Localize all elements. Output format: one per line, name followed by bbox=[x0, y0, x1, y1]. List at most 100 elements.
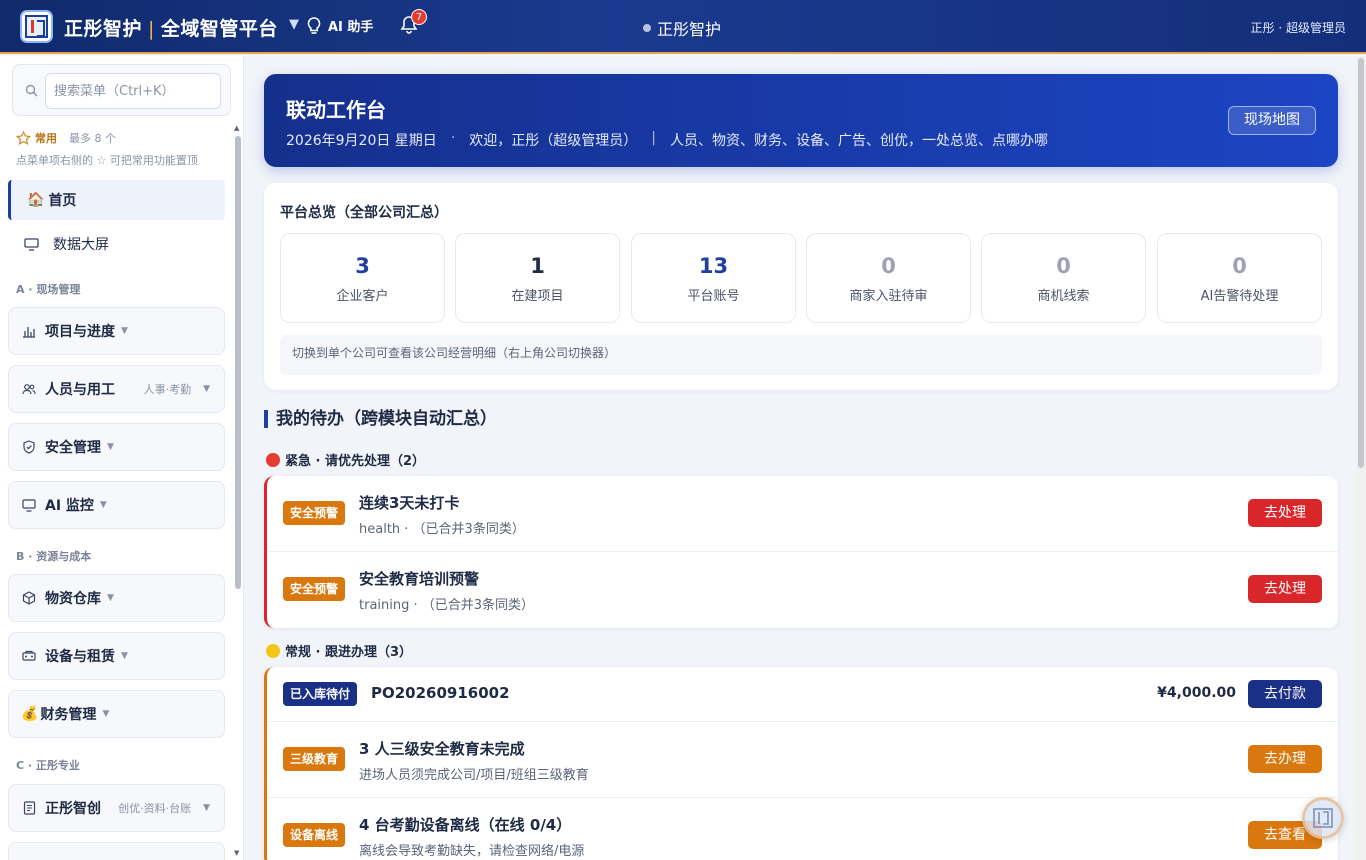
main-scrollbar[interactable] bbox=[1358, 58, 1364, 468]
todo-row[interactable]: 安全预警 连续3天未打卡 health · （已合并3条同类） 去处理 bbox=[267, 476, 1338, 552]
search-input[interactable] bbox=[45, 73, 221, 109]
sidebar-group-finance[interactable]: 💰 财务管理 ▼ bbox=[8, 690, 225, 738]
stat-value: 3 bbox=[355, 254, 370, 278]
banner-welcome: 欢迎，正彤（超级管理员） bbox=[469, 133, 638, 149]
normal-group-title: 常规 · 跟进办理（3） bbox=[266, 641, 412, 660]
stat-value: 0 bbox=[1232, 254, 1247, 278]
sidebar-group-tag: 创优·资料·台账 bbox=[118, 802, 192, 815]
todo-title: 4 台考勤设备离线（在线 0/4） bbox=[359, 816, 572, 834]
sidebar-item-home[interactable]: 🏠 首页 bbox=[8, 180, 225, 220]
chevron-down-icon: ▼ bbox=[107, 442, 114, 452]
chevron-down-icon: ▼ bbox=[121, 651, 128, 661]
yellow-circle-icon bbox=[266, 643, 280, 658]
company-name: 正彤智护 bbox=[657, 20, 722, 39]
money-bag-icon: 💰 bbox=[21, 706, 39, 722]
stat-value: 1 bbox=[530, 254, 545, 278]
sidebar-group-project[interactable]: 项目与进度 ▼ bbox=[8, 307, 225, 355]
brand-title: 正彤智护 | 全域智管平台 bbox=[64, 18, 278, 40]
urgent-group-title: 紧急 · 请优先处理（2） bbox=[266, 450, 425, 469]
stat-value: 0 bbox=[881, 254, 896, 278]
favorites-label: 常用 bbox=[35, 132, 57, 145]
company-switcher[interactable]: 正彤智护 bbox=[643, 16, 721, 40]
sidebar-item-dashboard[interactable]: 数据大屏 bbox=[24, 226, 109, 262]
sidebar-group-label: 物资仓库 bbox=[45, 591, 101, 607]
red-circle-icon bbox=[266, 452, 280, 467]
sidebar: 常用 最多 8 个 点菜单项右侧的 ☆ 可把常用功能置顶 🏠 首页 数据大屏 A… bbox=[0, 56, 244, 860]
sidebar-group-zhichuang[interactable]: 正彤智创 创优·资料·台账 ▼ bbox=[8, 784, 225, 832]
stat-value: 13 bbox=[698, 254, 729, 278]
platform-overview: 平台总览（全部公司汇总） 3 企业客户 1 在建项目 13 平台账号 0 商家入… bbox=[264, 183, 1338, 390]
ai-assistant-button[interactable]: AI 助手 bbox=[306, 16, 373, 35]
site-map-button[interactable]: 现场地图 bbox=[1228, 106, 1316, 135]
sidebar-group-label: 人员与用工 bbox=[45, 382, 115, 398]
main-content: 联动工作台 2026年9月20日 星期日 · 欢迎，正彤（超级管理员） | 人员… bbox=[244, 56, 1356, 860]
monitor-icon bbox=[24, 237, 39, 251]
todo-row[interactable]: 三级教育 3 人三级安全教育未完成 进场人员须完成公司/项目/班组三级教育 去办… bbox=[267, 722, 1338, 798]
sidebar-group-warehouse[interactable]: 物资仓库 ▼ bbox=[8, 574, 225, 622]
stat-label: 商家入驻待审 bbox=[849, 289, 928, 304]
sidebar-group-equipment[interactable]: 设备与租赁 ▼ bbox=[8, 632, 225, 680]
urgent-todo-list: 安全预警 连续3天未打卡 health · （已合并3条同类） 去处理 安全预警… bbox=[264, 476, 1338, 628]
todo-row[interactable]: 已入库待付 PO20260916002 ¥4,000.00 去付款 bbox=[267, 667, 1338, 722]
box-icon bbox=[21, 590, 37, 606]
app-logo[interactable] bbox=[20, 10, 53, 43]
notification-badge: 7 bbox=[411, 9, 427, 25]
todo-title: 安全教育培训预警 bbox=[359, 570, 480, 588]
monitor-icon bbox=[21, 497, 37, 513]
todo-row[interactable]: 设备离线 4 台考勤设备离线（在线 0/4） 离线会导致考勤缺失，请检查网络/电… bbox=[267, 798, 1338, 860]
sidebar-group-label: AI 监控 bbox=[45, 498, 94, 514]
chevron-down-icon: ▼ bbox=[102, 709, 110, 719]
urgent-group-label: 紧急 · 请优先处理（2） bbox=[285, 454, 426, 469]
overview-title: 平台总览（全部公司汇总） bbox=[280, 205, 448, 221]
brand-name: 正彤智护 bbox=[64, 18, 143, 40]
chevron-down-icon: ▼ bbox=[107, 593, 114, 603]
banner-separator: | bbox=[651, 130, 656, 146]
stat-label: AI告警待处理 bbox=[1200, 289, 1279, 304]
workbench-banner: 联动工作台 2026年9月20日 星期日 · 欢迎，正彤（超级管理员） | 人员… bbox=[264, 74, 1338, 167]
stat-card[interactable]: 13 平台账号 bbox=[631, 233, 796, 323]
favorites-limit: 最多 8 个 bbox=[69, 132, 116, 145]
stat-label: 商机线索 bbox=[1037, 289, 1090, 304]
sidebar-group-more[interactable] bbox=[8, 842, 225, 860]
bar-chart-icon bbox=[21, 323, 37, 339]
todo-badge: 安全预警 bbox=[283, 577, 346, 601]
search-icon bbox=[25, 84, 38, 97]
todo-badge: 三级教育 bbox=[283, 747, 346, 771]
status-dot bbox=[643, 24, 651, 32]
ai-assistant-label: AI 助手 bbox=[328, 20, 374, 35]
sidebar-group-label: 正彤智创 bbox=[45, 801, 101, 817]
todo-row[interactable]: 安全预警 安全教育培训预警 training · （已合并3条同类） 去处理 bbox=[267, 552, 1338, 628]
sidebar-group-people[interactable]: 人员与用工 人事·考勤 ▼ bbox=[8, 365, 225, 413]
platform-name: 全域智管平台 bbox=[160, 18, 278, 40]
stat-card[interactable]: 0 商机线索 bbox=[981, 233, 1146, 323]
favorites-hint: 点菜单项右侧的 ☆ 可把常用功能置顶 bbox=[16, 154, 198, 167]
handle-button[interactable]: 去处理 bbox=[1248, 575, 1322, 603]
todo-subtitle: training · （已合并3条同类） bbox=[359, 598, 535, 613]
scroll-up-arrow[interactable]: ▲ bbox=[234, 124, 239, 132]
user-menu[interactable]: 正彤 · 超级管理员 bbox=[1251, 19, 1346, 36]
lightbulb-icon bbox=[307, 16, 321, 34]
section-title-c: C · 正彤专业 bbox=[16, 759, 80, 772]
stat-card[interactable]: 1 在建项目 bbox=[455, 233, 620, 323]
sidebar-group-label: 安全管理 bbox=[45, 440, 101, 456]
todo-subtitle: 离线会导致考勤缺失，请检查网络/电源 bbox=[359, 844, 585, 859]
stat-label: 企业客户 bbox=[336, 289, 389, 304]
banner-date: 2026年9月20日 星期日 bbox=[286, 133, 437, 149]
stat-card[interactable]: 0 商家入驻待审 bbox=[806, 233, 971, 323]
sidebar-scrollbar[interactable] bbox=[235, 136, 241, 589]
process-button[interactable]: 去办理 bbox=[1248, 745, 1322, 773]
stat-card[interactable]: 0 AI告警待处理 bbox=[1157, 233, 1322, 323]
sidebar-group-ai-monitor[interactable]: AI 监控 ▼ bbox=[8, 481, 225, 529]
favorites-header: 常用 最多 8 个 bbox=[16, 130, 116, 146]
banner-dot: · bbox=[450, 130, 456, 146]
todo-amount: ¥4,000.00 bbox=[1157, 685, 1236, 701]
floating-assistant-button[interactable] bbox=[1302, 797, 1344, 839]
pay-button[interactable]: 去付款 bbox=[1248, 680, 1322, 708]
stat-card[interactable]: 3 企业客户 bbox=[280, 233, 445, 323]
handle-button[interactable]: 去处理 bbox=[1248, 499, 1322, 527]
app-logo-icon bbox=[1313, 808, 1333, 828]
sidebar-group-safety[interactable]: 安全管理 ▼ bbox=[8, 423, 225, 471]
scroll-down-arrow[interactable]: ▼ bbox=[234, 849, 239, 857]
top-bar: 正彤智护 | 全域智管平台 ▼ AI 助手 7 正彤智护 正彤 · 超级管理员 bbox=[0, 0, 1366, 54]
chevron-down-icon[interactable]: ▼ bbox=[289, 17, 299, 32]
